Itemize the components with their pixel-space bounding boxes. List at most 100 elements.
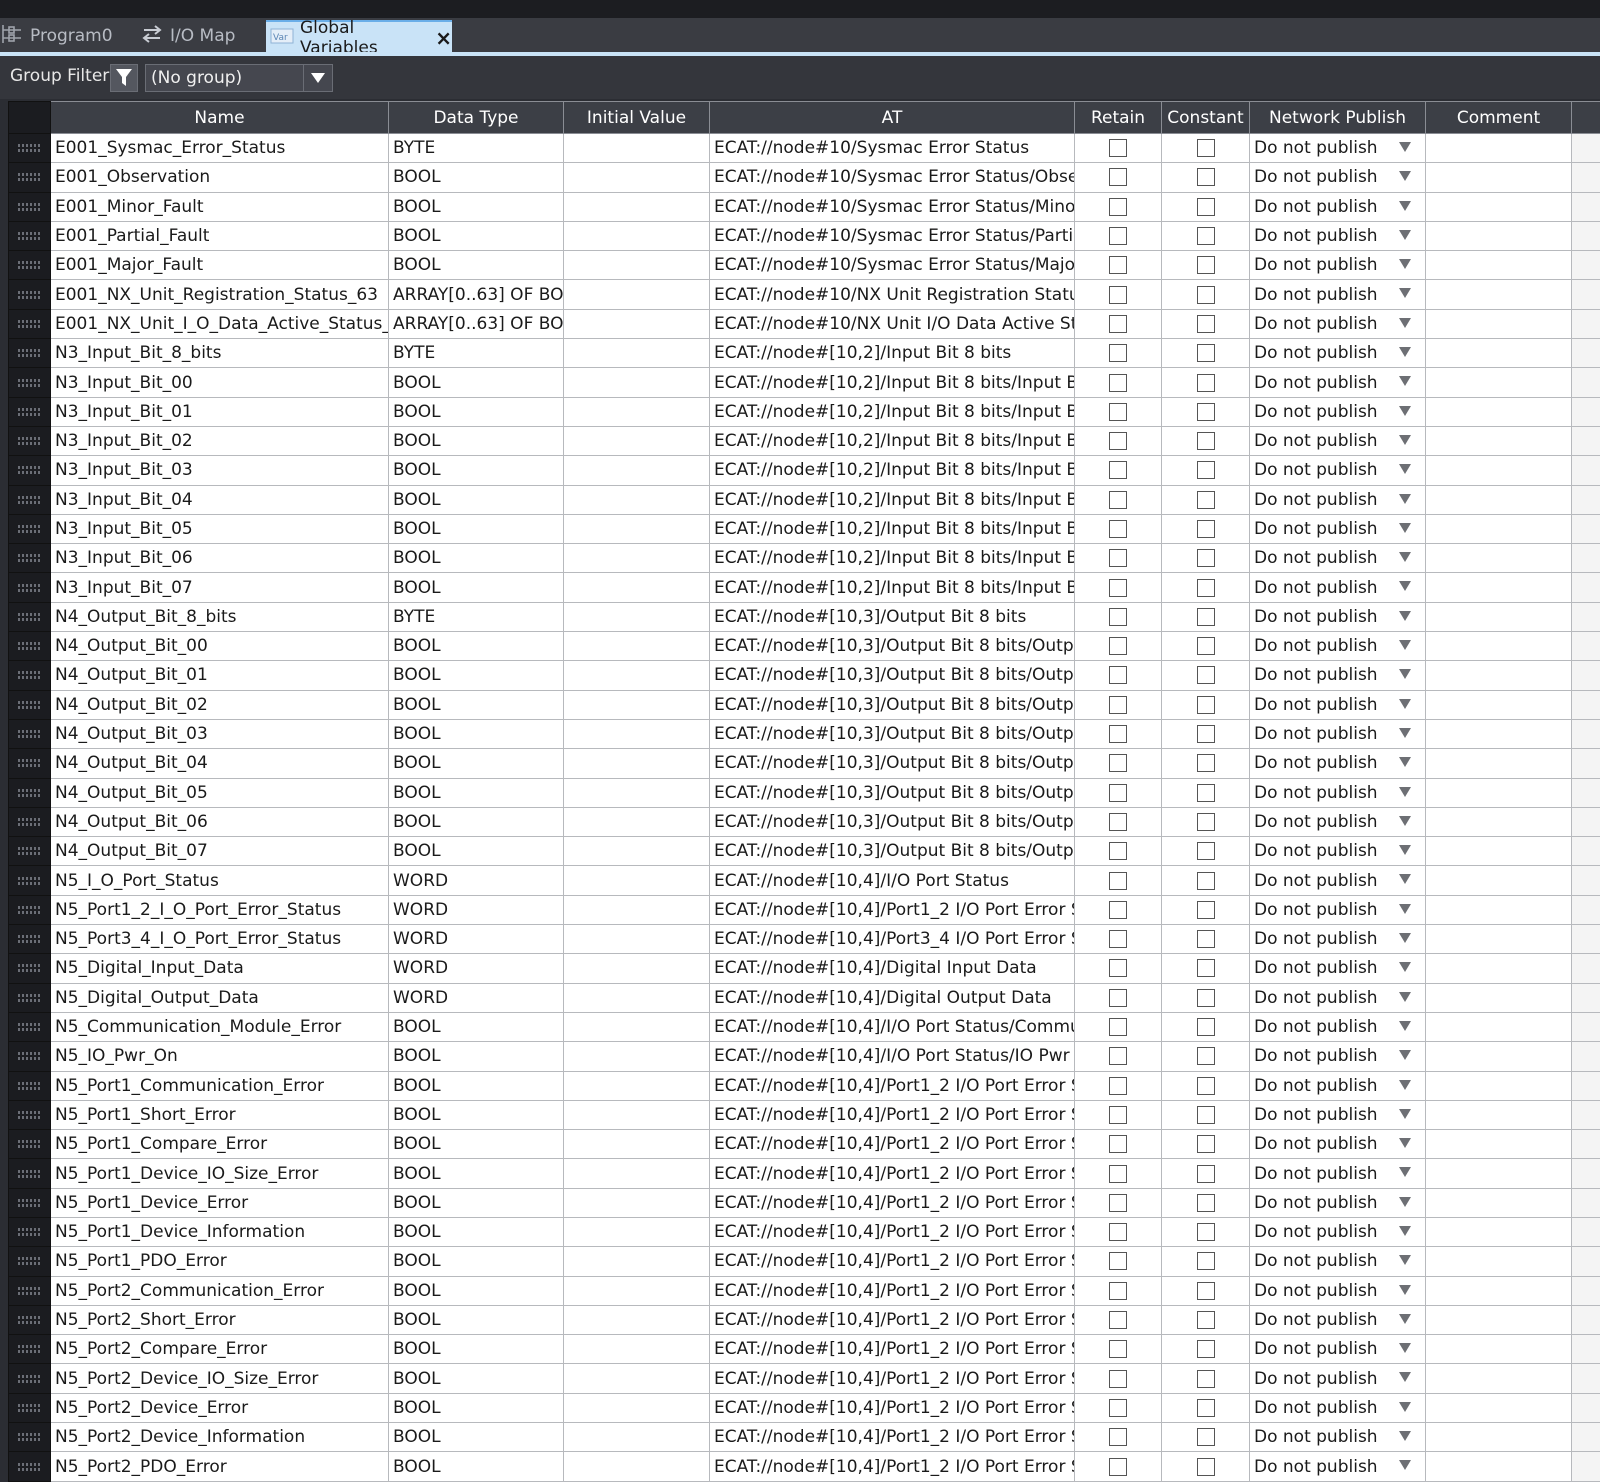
row-handle[interactable] [9, 163, 51, 192]
cell-name[interactable]: N3_Input_Bit_00 [51, 368, 389, 397]
table-row[interactable]: N3_Input_Bit_06 BOOL ECAT://node#[10,2]/… [9, 544, 1600, 573]
row-handle[interactable] [9, 309, 51, 338]
retain-checkbox[interactable] [1109, 1428, 1127, 1446]
constant-checkbox[interactable] [1197, 989, 1215, 1007]
cell-comment[interactable] [1426, 983, 1572, 1012]
cell-at[interactable]: ECAT://node#[10,4]/Digital Output Data [710, 983, 1075, 1012]
cell-at[interactable]: ECAT://node#[10,4]/Port1_2 I/O Port Erro… [710, 1452, 1075, 1481]
cell-at[interactable]: ECAT://node#[10,4]/I/O Port Status/IO Pw… [710, 1042, 1075, 1071]
cell-initial-value[interactable] [564, 983, 710, 1012]
cell-comment[interactable] [1426, 485, 1572, 514]
row-handle[interactable] [9, 1217, 51, 1246]
cell-name[interactable]: N3_Input_Bit_04 [51, 485, 389, 514]
cell-name[interactable]: N4_Output_Bit_04 [51, 749, 389, 778]
cell-initial-value[interactable] [564, 134, 710, 163]
cell-network-publish[interactable]: Do not publish [1250, 1305, 1426, 1334]
cell-data-type[interactable]: BOOL [389, 426, 564, 455]
table-row[interactable]: N3_Input_Bit_07 BOOL ECAT://node#[10,2]/… [9, 573, 1600, 602]
cell-data-type[interactable]: BOOL [389, 1247, 564, 1276]
constant-checkbox[interactable] [1197, 256, 1215, 274]
cell-name[interactable]: E001_Major_Fault [51, 251, 389, 280]
cell-network-publish[interactable]: Do not publish [1250, 1159, 1426, 1188]
table-row[interactable]: N4_Output_Bit_02 BOOL ECAT://node#[10,3]… [9, 690, 1600, 719]
cell-at[interactable]: ECAT://node#[10,4]/Port1_2 I/O Port Erro… [710, 1364, 1075, 1393]
cell-comment[interactable] [1426, 544, 1572, 573]
cell-at[interactable]: ECAT://node#10/NX Unit I/O Data Active S… [710, 309, 1075, 338]
retain-checkbox[interactable] [1109, 784, 1127, 802]
cell-comment[interactable] [1426, 866, 1572, 895]
cell-at[interactable]: ECAT://node#[10,3]/Output Bit 8 bits/Out… [710, 719, 1075, 748]
cell-name[interactable]: N5_Port1_Short_Error [51, 1100, 389, 1129]
cell-initial-value[interactable] [564, 1130, 710, 1159]
constant-checkbox[interactable] [1197, 520, 1215, 538]
retain-checkbox[interactable] [1109, 608, 1127, 626]
cell-initial-value[interactable] [564, 280, 710, 309]
cell-initial-value[interactable] [564, 368, 710, 397]
cell-initial-value[interactable] [564, 690, 710, 719]
row-handle[interactable] [9, 1364, 51, 1393]
constant-checkbox[interactable] [1197, 872, 1215, 890]
cell-network-publish[interactable]: Do not publish [1250, 1423, 1426, 1452]
column-header-initial-value[interactable]: Initial Value [564, 102, 710, 134]
cell-name[interactable]: N5_I_O_Port_Status [51, 866, 389, 895]
constant-checkbox[interactable] [1197, 315, 1215, 333]
cell-initial-value[interactable] [564, 778, 710, 807]
retain-checkbox[interactable] [1109, 168, 1127, 186]
cell-initial-value[interactable] [564, 397, 710, 426]
cell-comment[interactable] [1426, 1364, 1572, 1393]
row-handle[interactable] [9, 778, 51, 807]
cell-network-publish[interactable]: Do not publish [1250, 837, 1426, 866]
group-select[interactable]: (No group) [145, 64, 333, 92]
dropdown-arrow-icon[interactable] [1399, 699, 1411, 709]
cell-network-publish[interactable]: Do not publish [1250, 1393, 1426, 1422]
cell-initial-value[interactable] [564, 602, 710, 631]
cell-network-publish[interactable]: Do not publish [1250, 134, 1426, 163]
row-handle[interactable] [9, 368, 51, 397]
constant-checkbox[interactable] [1197, 1428, 1215, 1446]
cell-comment[interactable] [1426, 661, 1572, 690]
cell-network-publish[interactable]: Do not publish [1250, 602, 1426, 631]
cell-network-publish[interactable]: Do not publish [1250, 309, 1426, 338]
cell-network-publish[interactable]: Do not publish [1250, 1364, 1426, 1393]
constant-checkbox[interactable] [1197, 1311, 1215, 1329]
dropdown-arrow-icon[interactable] [1399, 611, 1411, 621]
dropdown-arrow-icon[interactable] [1399, 1021, 1411, 1031]
row-handle[interactable] [9, 837, 51, 866]
table-row[interactable]: N5_Port1_Communication_Error BOOL ECAT:/… [9, 1071, 1600, 1100]
cell-network-publish[interactable]: Do not publish [1250, 280, 1426, 309]
chevron-down-icon[interactable] [303, 65, 332, 91]
row-handle[interactable] [9, 983, 51, 1012]
cell-name[interactable]: E001_Sysmac_Error_Status [51, 134, 389, 163]
retain-checkbox[interactable] [1109, 432, 1127, 450]
cell-at[interactable]: ECAT://node#[10,4]/Port1_2 I/O Port Erro… [710, 1276, 1075, 1305]
cell-comment[interactable] [1426, 602, 1572, 631]
row-handle[interactable] [9, 690, 51, 719]
table-row[interactable]: N5_Port1_Device_Information BOOL ECAT://… [9, 1217, 1600, 1246]
cell-initial-value[interactable] [564, 632, 710, 661]
cell-at[interactable]: ECAT://node#[10,4]/Port1_2 I/O Port Erro… [710, 1335, 1075, 1364]
cell-comment[interactable] [1426, 807, 1572, 836]
retain-checkbox[interactable] [1109, 344, 1127, 362]
constant-checkbox[interactable] [1197, 1194, 1215, 1212]
dropdown-arrow-icon[interactable] [1399, 1167, 1411, 1177]
cell-network-publish[interactable]: Do not publish [1250, 1452, 1426, 1481]
cell-at[interactable]: ECAT://node#[10,2]/Input Bit 8 bits/Inpu… [710, 368, 1075, 397]
constant-checkbox[interactable] [1197, 549, 1215, 567]
cell-comment[interactable] [1426, 1335, 1572, 1364]
retain-checkbox[interactable] [1109, 579, 1127, 597]
cell-initial-value[interactable] [564, 1247, 710, 1276]
cell-comment[interactable] [1426, 368, 1572, 397]
cell-initial-value[interactable] [564, 661, 710, 690]
cell-name[interactable]: N4_Output_Bit_00 [51, 632, 389, 661]
cell-data-type[interactable]: BOOL [389, 807, 564, 836]
constant-checkbox[interactable] [1197, 637, 1215, 655]
cell-comment[interactable] [1426, 514, 1572, 543]
cell-data-type[interactable]: BOOL [389, 163, 564, 192]
cell-comment[interactable] [1426, 690, 1572, 719]
cell-data-type[interactable]: BOOL [389, 1012, 564, 1041]
cell-network-publish[interactable]: Do not publish [1250, 1188, 1426, 1217]
dropdown-arrow-icon[interactable] [1399, 787, 1411, 797]
cell-at[interactable]: ECAT://node#[10,4]/Port1_2 I/O Port Erro… [710, 1100, 1075, 1129]
dropdown-arrow-icon[interactable] [1399, 1080, 1411, 1090]
cell-comment[interactable] [1426, 339, 1572, 368]
